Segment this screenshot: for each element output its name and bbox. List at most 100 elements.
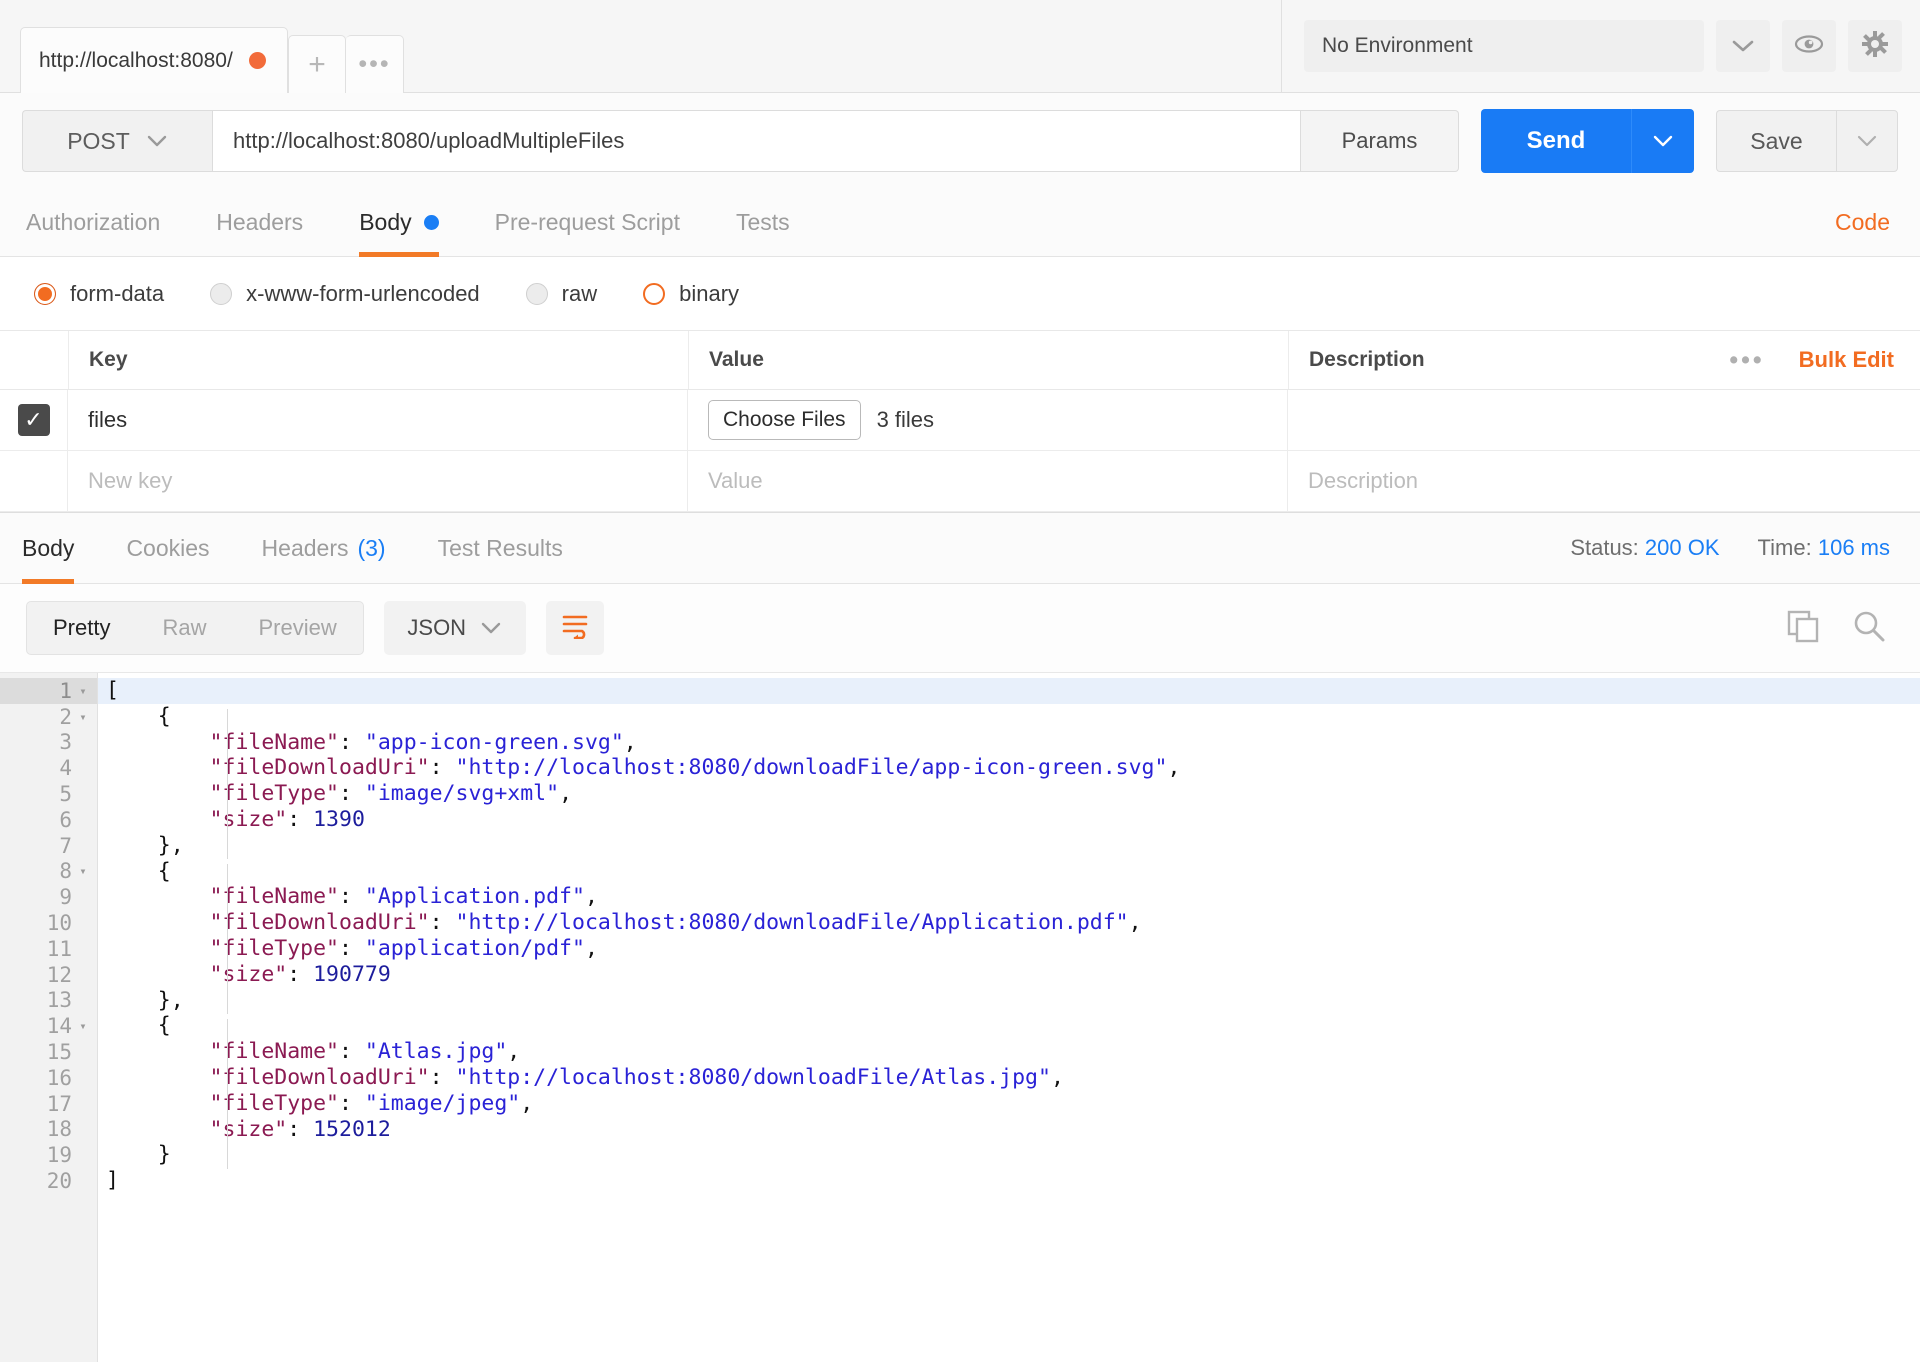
body-type-urlencoded[interactable]: x-www-form-urlencoded xyxy=(210,281,480,307)
code-token: "http://localhost:8080/downloadFile/Atla… xyxy=(455,1064,1051,1090)
code-token: , xyxy=(520,1090,534,1116)
settings-button[interactable] xyxy=(1848,20,1902,72)
code-token: : xyxy=(429,910,456,936)
response-tab-test-results[interactable]: Test Results xyxy=(438,512,563,584)
search-icon xyxy=(1852,611,1886,647)
view-mode-raw[interactable]: Raw xyxy=(136,601,232,655)
save-button[interactable]: Save xyxy=(1716,110,1836,172)
response-body-code[interactable]: [ { "fileName": "app-icon-green.svg", "f… xyxy=(98,673,1920,1362)
ellipsis-icon: ••• xyxy=(358,50,391,78)
bulk-edit-button[interactable]: Bulk Edit xyxy=(1799,347,1894,373)
tab-body[interactable]: Body xyxy=(359,189,440,257)
new-row-description-input[interactable]: Description xyxy=(1288,451,1920,511)
selected-files-count: 3 files xyxy=(876,407,935,432)
code-token: }, xyxy=(106,832,184,858)
code-line: "fileName": "Atlas.jpg", xyxy=(98,1039,1920,1065)
code-line: "fileName": "Application.pdf", xyxy=(98,884,1920,910)
tab-headers[interactable]: Headers xyxy=(216,189,303,257)
response-section-tabs: Body Cookies Headers (3) Test Results St… xyxy=(0,512,1920,584)
radio-label: raw xyxy=(561,280,598,306)
word-wrap-button[interactable] xyxy=(545,601,604,655)
code-token: , xyxy=(1050,1064,1064,1090)
new-row-key-input[interactable]: New key xyxy=(68,451,688,511)
row-description-input[interactable] xyxy=(1288,390,1920,450)
response-format-selector[interactable]: JSON xyxy=(383,601,526,655)
code-token: }, xyxy=(106,987,184,1013)
body-type-form-data[interactable]: form-data xyxy=(34,281,164,307)
postman-window: http://localhost:8080/ + ••• No Environm… xyxy=(0,0,1920,1362)
code-token: { xyxy=(106,858,171,884)
tab-authorization[interactable]: Authorization xyxy=(26,189,160,257)
row-key-text: files xyxy=(88,407,128,432)
plus-icon: + xyxy=(308,47,326,81)
tab-label: Cookies xyxy=(126,534,210,561)
fold-toggle-icon[interactable]: ▾ xyxy=(77,1019,89,1033)
table-options-button[interactable]: ••• xyxy=(1729,346,1764,375)
response-tab-body[interactable]: Body xyxy=(22,512,75,584)
new-row-value-placeholder: Value xyxy=(708,468,763,493)
response-tab-cookies[interactable]: Cookies xyxy=(126,512,209,584)
save-label: Save xyxy=(1750,127,1803,154)
code-line: "size": 190779 xyxy=(98,962,1920,988)
code-token: : xyxy=(339,781,365,807)
code-token: { xyxy=(106,1013,171,1039)
row-value-cell: Choose Files 3 files xyxy=(688,390,1288,450)
format-label: JSON xyxy=(407,615,467,640)
chevron-down-icon xyxy=(1652,134,1674,148)
save-options-button[interactable] xyxy=(1836,110,1898,172)
fold-toggle-icon[interactable]: ▾ xyxy=(77,864,89,878)
environment-selector[interactable]: No Environment xyxy=(1304,20,1704,72)
send-options-button[interactable] xyxy=(1631,109,1694,173)
code-token: "fileType" xyxy=(106,1090,339,1116)
url-input[interactable]: http://localhost:8080/uploadMultipleFile… xyxy=(212,110,1301,172)
indent-guide xyxy=(227,864,228,1014)
tab-options-button[interactable]: ••• xyxy=(346,35,404,93)
row-key-input[interactable]: files xyxy=(68,390,688,450)
tab-pre-request-script[interactable]: Pre-request Script xyxy=(495,189,680,257)
code-token: "Application.pdf" xyxy=(364,884,585,910)
environment-chevron-button[interactable] xyxy=(1716,20,1770,72)
response-tab-headers[interactable]: Headers (3) xyxy=(262,512,386,584)
code-token: "fileType" xyxy=(106,935,339,961)
body-type-raw[interactable]: raw xyxy=(525,280,598,307)
body-present-dot xyxy=(423,215,439,230)
code-token: ] xyxy=(106,1168,119,1194)
new-tab-button[interactable]: + xyxy=(288,35,346,93)
tab-label: Authorization xyxy=(26,209,161,235)
code-line: "fileDownloadUri": "http://localhost:808… xyxy=(98,910,1920,936)
code-link[interactable]: Code xyxy=(1835,209,1890,236)
code-token: : xyxy=(429,755,456,781)
http-method-selector[interactable]: POST xyxy=(22,110,212,172)
request-tab[interactable]: http://localhost:8080/ xyxy=(20,27,288,93)
code-token: "image/jpeg" xyxy=(364,1090,521,1116)
code-token: "fileName" xyxy=(106,729,339,755)
header-description: Description xyxy=(1309,348,1425,371)
response-body-editor[interactable]: 1▾2▾3▾4▾5▾6▾7▾8▾9▾10▾11▾12▾13▾14▾15▾16▾1… xyxy=(0,672,1920,1362)
environment-quick-look-button[interactable] xyxy=(1782,20,1836,72)
send-button[interactable]: Send xyxy=(1481,109,1631,173)
view-mode-preview[interactable]: Preview xyxy=(232,601,362,655)
time-block: Time: 106 ms xyxy=(1758,535,1890,561)
header-value: Value xyxy=(688,331,1288,389)
code-line: { xyxy=(98,704,1920,730)
code-token: : xyxy=(287,961,314,987)
request-tab-title: http://localhost:8080/ xyxy=(39,48,233,72)
new-row-value-input[interactable]: Value xyxy=(688,451,1288,511)
copy-button[interactable] xyxy=(1786,609,1820,648)
code-line: { xyxy=(98,859,1920,885)
environment-name: No Environment xyxy=(1322,34,1473,57)
fold-toggle-icon[interactable]: ▾ xyxy=(77,710,89,724)
view-mode-pretty[interactable]: Pretty xyxy=(27,601,136,655)
choose-files-button[interactable]: Choose Files xyxy=(708,400,861,440)
code-token: , xyxy=(507,1039,521,1065)
params-button[interactable]: Params xyxy=(1301,110,1459,172)
row-enabled-checkbox[interactable]: ✓ xyxy=(17,404,50,436)
body-type-binary[interactable]: binary xyxy=(643,281,739,307)
code-token: : xyxy=(287,806,314,832)
tab-tests[interactable]: Tests xyxy=(736,189,790,257)
code-token: 1390 xyxy=(313,806,365,832)
code-token: : xyxy=(339,935,365,961)
table-row: ✓ files Choose Files 3 files xyxy=(0,390,1920,451)
search-button[interactable] xyxy=(1852,609,1886,648)
fold-toggle-icon[interactable]: ▾ xyxy=(77,684,89,698)
